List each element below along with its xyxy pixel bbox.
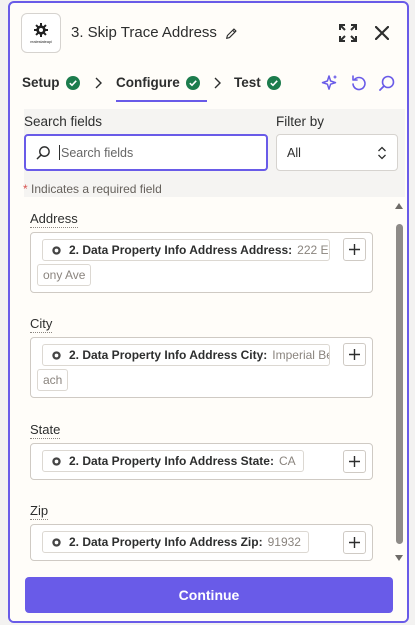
add-field-button[interactable]	[343, 238, 366, 261]
pill-value-continued: ach	[43, 373, 63, 387]
continue-button[interactable]: Continue	[25, 577, 393, 613]
close-icon[interactable]	[375, 26, 389, 40]
tab-configure[interactable]: Configure	[116, 75, 200, 90]
scrollbar-thumb[interactable]	[396, 224, 403, 544]
chevron-right-icon	[214, 77, 221, 89]
panel-header: realestateapi 3. Skip Trace Address	[10, 3, 407, 63]
field-input-city[interactable]: 2. Data Property Info Address City: Impe…	[30, 337, 373, 398]
scroll-up-arrow[interactable]	[394, 201, 404, 211]
chevron-right-icon	[95, 77, 102, 89]
sparkle-icon[interactable]	[321, 74, 339, 92]
logo-text: realestateapi	[30, 39, 52, 44]
mapped-field-pill-continued[interactable]: ony Ave	[37, 264, 92, 286]
pill-value-continued: ony Ave	[43, 268, 86, 282]
plus-icon	[349, 349, 360, 360]
chevron-updown-icon	[378, 146, 386, 159]
required-star: *	[23, 182, 28, 196]
add-field-button[interactable]	[343, 343, 366, 366]
field-input-zip[interactable]: 2. Data Property Info Address Zip: 91932	[30, 524, 373, 561]
mapped-field-pill[interactable]: 2. Data Property Info Address Zip: 91932	[42, 531, 309, 553]
filter-by-label: Filter by	[276, 114, 325, 129]
mapped-field-pill-continued[interactable]: ach	[37, 369, 69, 391]
field-input-state[interactable]: 2. Data Property Info Address State: CA	[30, 443, 373, 480]
expand-icon[interactable]	[339, 24, 357, 42]
app-badge-icon	[52, 456, 61, 466]
filter-select[interactable]: All	[276, 134, 398, 171]
required-field-note: * Indicates a required field	[23, 182, 162, 196]
app-badge-icon	[52, 350, 61, 360]
search-icon[interactable]	[378, 74, 396, 92]
pill-label: 2. Data Property Info Address Address:	[69, 243, 293, 257]
add-field-button[interactable]	[343, 450, 366, 473]
required-note-text: Indicates a required field	[31, 182, 162, 196]
search-field-box[interactable]	[24, 134, 268, 171]
text-caret	[59, 145, 60, 160]
pill-value: Imperial Be	[272, 348, 330, 362]
tab-configure-label: Configure	[116, 75, 180, 90]
mapped-field-pill[interactable]: 2. Data Property Info Address Address: 2…	[42, 239, 330, 261]
search-input[interactable]	[61, 145, 251, 160]
fields-list: Address 2. Data Property Info Address Ad…	[10, 200, 407, 566]
step-title[interactable]: 3. Skip Trace Address	[71, 24, 217, 41]
tab-test[interactable]: Test	[234, 75, 281, 90]
active-tab-indicator	[116, 100, 207, 102]
app-logo: realestateapi	[21, 13, 61, 53]
field-label-zip: Zip	[30, 503, 49, 520]
field-label-city: City	[30, 316, 53, 333]
pill-label: 2. Data Property Info Address State:	[69, 454, 274, 468]
plus-icon	[349, 537, 360, 548]
panel-footer: Continue	[10, 566, 407, 621]
pill-label: 2. Data Property Info Address Zip:	[69, 535, 263, 549]
tab-test-label: Test	[234, 75, 261, 90]
app-badge-icon	[52, 537, 61, 547]
check-circle-icon	[185, 75, 200, 90]
search-icon	[36, 146, 50, 160]
search-fields-label: Search fields	[24, 114, 103, 129]
mapped-field-pill[interactable]: 2. Data Property Info Address City: Impe…	[42, 344, 330, 366]
pill-value: 222 Eb	[297, 243, 329, 257]
pill-value: CA	[278, 454, 296, 468]
scroll-down-arrow[interactable]	[394, 553, 404, 563]
plus-icon	[349, 456, 360, 467]
filter-selected-value: All	[287, 145, 301, 160]
plus-icon	[349, 244, 360, 255]
check-circle-icon	[266, 75, 281, 90]
check-circle-icon	[65, 75, 80, 90]
add-field-button[interactable]	[343, 531, 366, 554]
pill-label: 2. Data Property Info Address City:	[69, 348, 268, 362]
step-tabs: Setup Configure Test	[10, 65, 407, 103]
pencil-icon[interactable]	[225, 27, 238, 40]
tab-setup-label: Setup	[22, 75, 60, 90]
mapped-field-pill[interactable]: 2. Data Property Info Address State: CA	[42, 450, 304, 472]
field-label-state: State	[30, 422, 61, 439]
undo-icon[interactable]	[350, 74, 368, 92]
step-editor-panel: realestateapi 3. Skip Trace Address Setu…	[8, 1, 409, 623]
pill-value: 91932	[267, 535, 301, 549]
app-badge-icon	[52, 245, 61, 255]
tab-setup[interactable]: Setup	[22, 75, 80, 90]
field-label-address: Address	[30, 211, 78, 228]
settings-gear-icon	[34, 23, 48, 37]
field-input-address[interactable]: 2. Data Property Info Address Address: 2…	[30, 232, 373, 293]
